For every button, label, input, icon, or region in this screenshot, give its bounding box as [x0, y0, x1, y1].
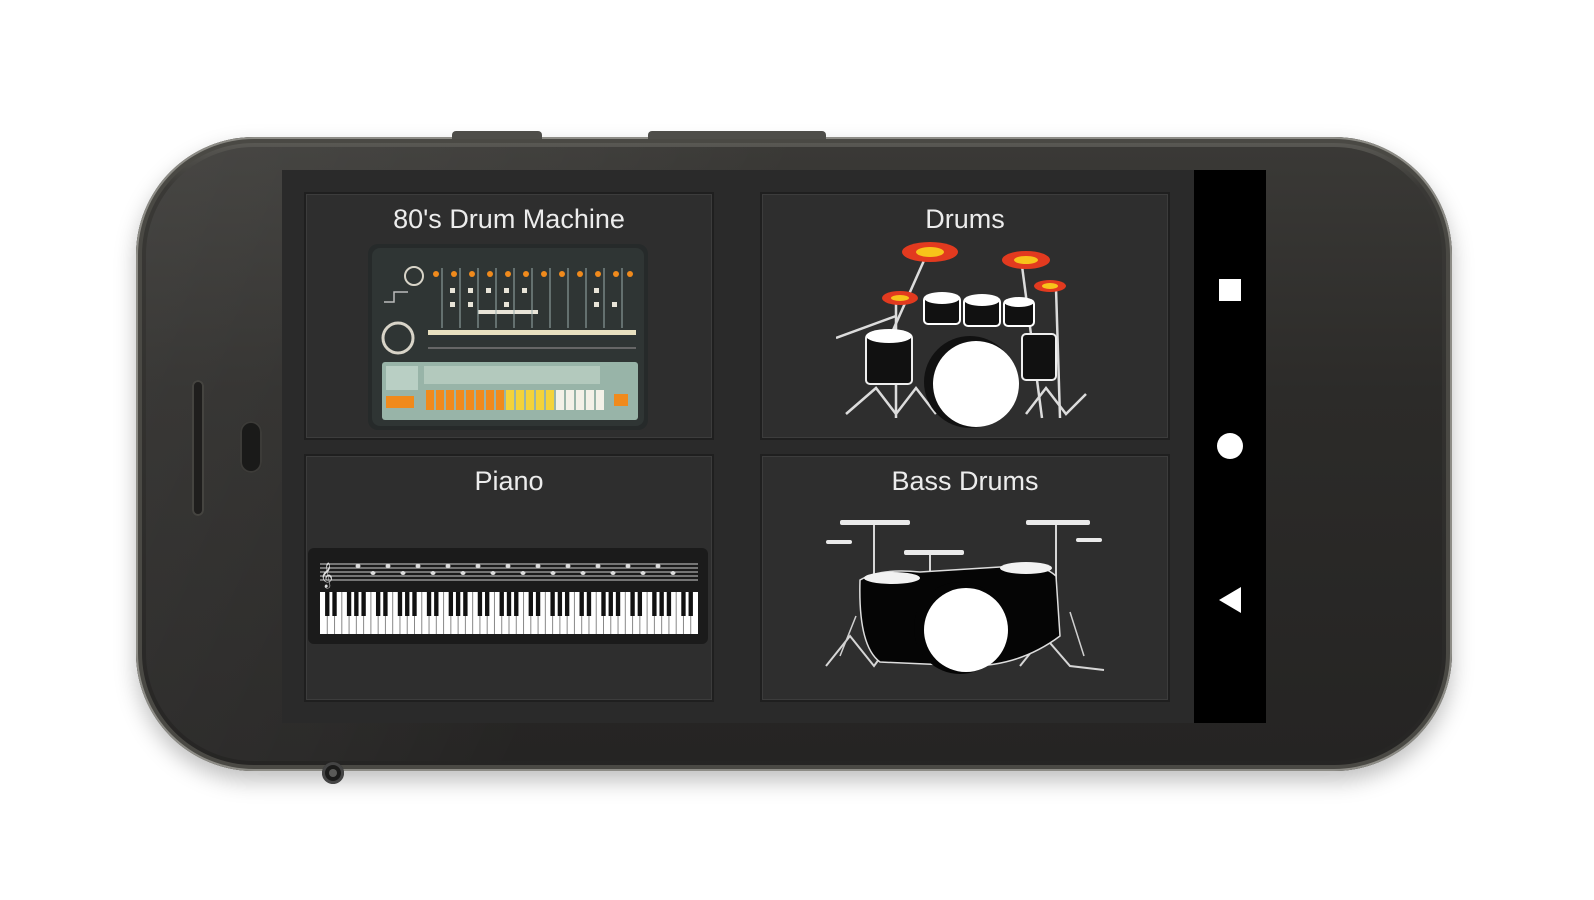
front-camera	[322, 762, 344, 784]
piano-keyboard-icon: 𝄞	[308, 548, 708, 644]
drum-kit-icon	[836, 242, 1087, 428]
tile-piano[interactable]: Piano 𝄞	[304, 454, 714, 702]
bass-drum-kit-icon	[825, 520, 1105, 674]
square-icon	[1219, 279, 1241, 301]
tile-label: Piano	[474, 466, 544, 496]
triangle-icon	[1219, 587, 1241, 613]
power-button	[648, 131, 826, 139]
app-grid: 80's Drum Machine Drums Piano 𝄞 Bass Dru…	[282, 170, 1194, 723]
tile-label: 80's Drum Machine	[393, 204, 625, 234]
drum-machine-icon	[368, 244, 648, 430]
earpiece-speaker	[192, 380, 204, 516]
svg-text:𝄞: 𝄞	[320, 562, 333, 588]
tile-bass-drums[interactable]: Bass Drums	[760, 454, 1170, 702]
circle-icon	[1217, 433, 1243, 459]
phone-screen: 80's Drum Machine Drums Piano 𝄞 Bass Dru…	[282, 170, 1266, 723]
recents-button[interactable]	[1210, 270, 1250, 310]
home-button[interactable]	[1210, 426, 1250, 466]
tile-label: Drums	[925, 204, 1005, 234]
navigation-bar	[1194, 170, 1266, 723]
volume-button	[452, 131, 542, 139]
tile-label: Bass Drums	[891, 466, 1039, 496]
tile-drums[interactable]: Drums	[760, 192, 1170, 440]
back-button[interactable]	[1210, 580, 1250, 620]
proximity-sensor	[240, 421, 262, 473]
tile-drum-machine[interactable]: 80's Drum Machine	[304, 192, 714, 440]
